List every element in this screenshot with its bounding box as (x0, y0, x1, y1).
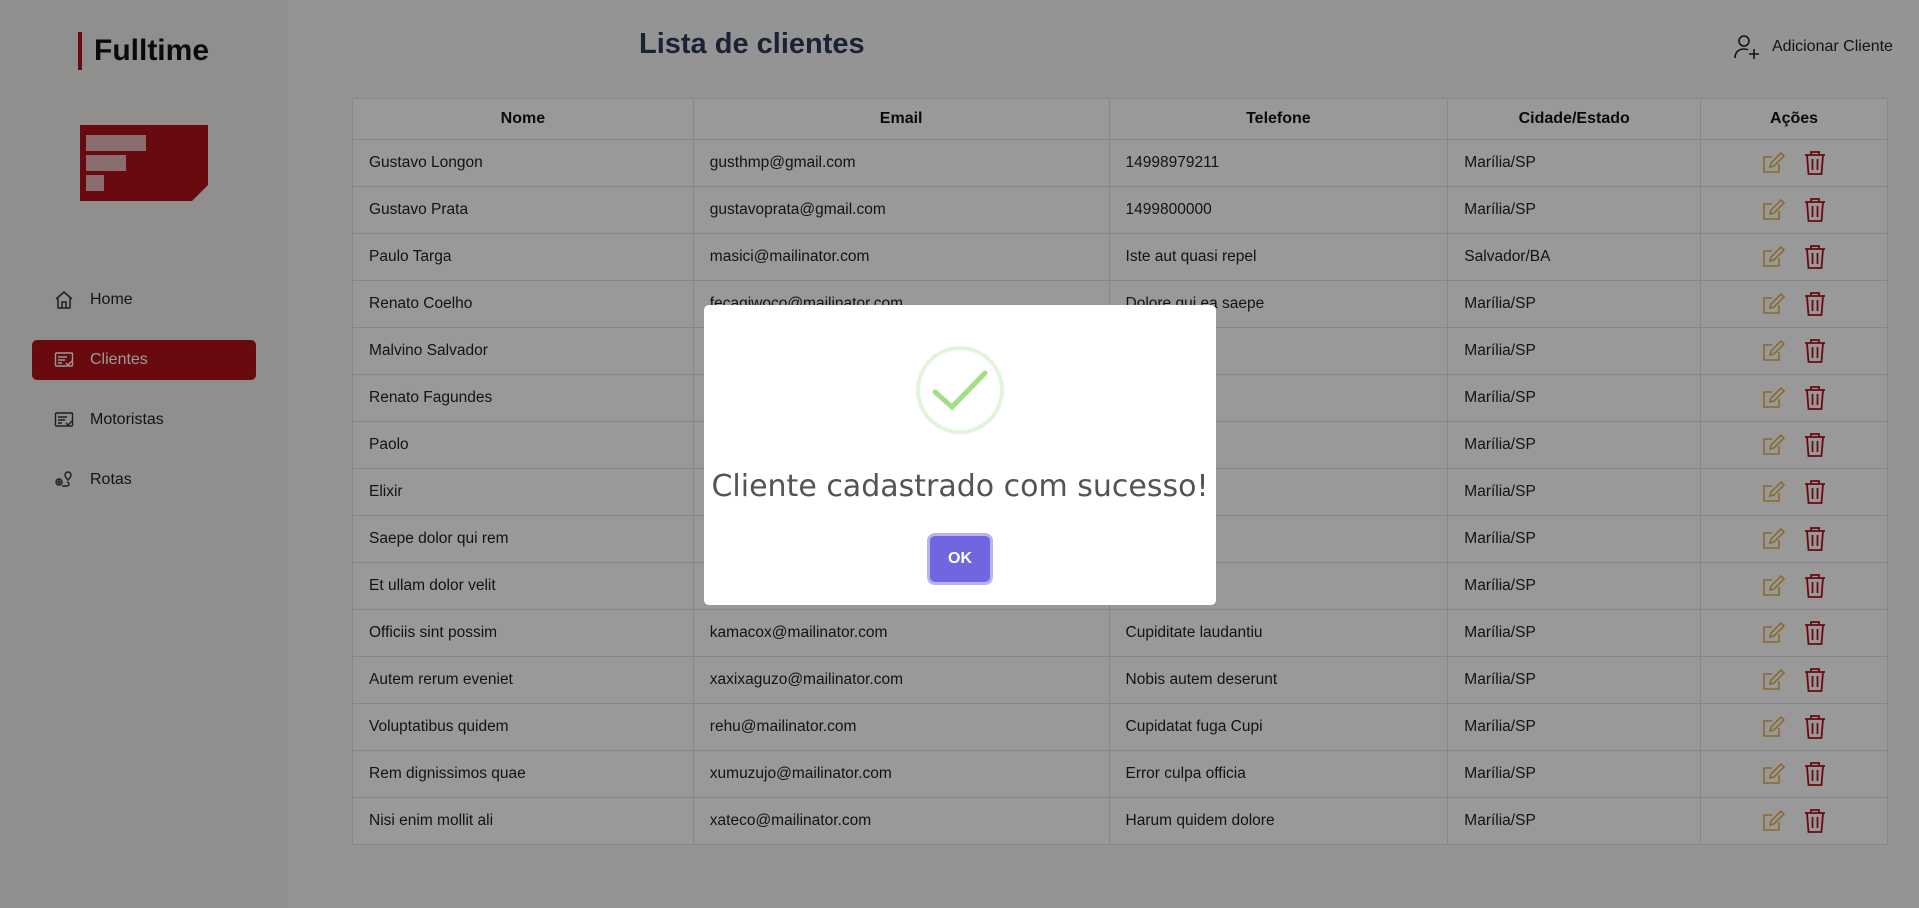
modal-backdrop[interactable]: Cliente cadastrado com sucesso! OK (0, 0, 1919, 908)
dialog-title: Cliente cadastrado com sucesso! (711, 469, 1209, 504)
ok-button[interactable]: OK (930, 536, 990, 582)
success-check-icon (916, 346, 1004, 434)
success-dialog: Cliente cadastrado com sucesso! OK (704, 305, 1216, 605)
